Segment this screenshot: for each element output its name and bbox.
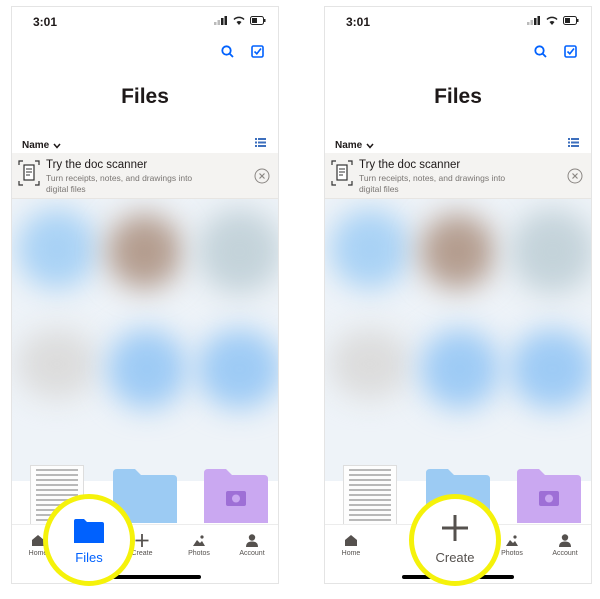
home-icon <box>345 535 357 546</box>
doc-scanner-icon <box>18 160 40 186</box>
sort-label: Name <box>22 140 50 151</box>
status-time: 3:01 <box>346 15 371 29</box>
tab-account[interactable]: Account <box>226 534 278 557</box>
search-icon[interactable] <box>221 45 234 58</box>
tab-home-label: Home <box>341 550 361 557</box>
account-icon <box>559 534 571 547</box>
sort-button[interactable]: Name <box>22 140 61 151</box>
status-bar: 3:01 <box>325 7 591 35</box>
banner-title: Try the doc scanner <box>46 159 148 171</box>
chevron-down-icon <box>366 143 374 149</box>
status-icons <box>214 16 266 25</box>
select-icon[interactable] <box>251 45 264 58</box>
phone-screen-files-tab: 3:01 Files Name Try the doc scanner Turn… <box>11 6 279 584</box>
header-actions <box>534 45 577 58</box>
highlight-files-tab[interactable]: Files <box>43 494 135 586</box>
signal-icon <box>214 16 227 25</box>
status-time: 3:01 <box>33 15 58 29</box>
list-view-icon[interactable] <box>255 138 266 147</box>
photos-folder-icon[interactable] <box>517 469 581 523</box>
plus-icon <box>135 534 149 547</box>
files-grid-blurred <box>325 199 591 481</box>
doc-scanner-banner[interactable]: Try the doc scanner Turn receipts, notes… <box>325 153 591 199</box>
header-actions <box>221 45 264 58</box>
status-bar: 3:01 <box>12 7 278 35</box>
folder-icon <box>74 519 104 543</box>
close-icon[interactable] <box>254 168 270 184</box>
tab-photos-label: Photos <box>188 550 210 557</box>
sort-row: Name <box>22 135 266 151</box>
status-icons <box>527 16 579 25</box>
highlight-create-label: Create <box>435 550 475 565</box>
sort-label: Name <box>335 140 363 151</box>
photos-icon <box>193 535 205 546</box>
close-icon[interactable] <box>567 168 583 184</box>
highlight-files-label: Files <box>75 550 103 565</box>
tab-create-label: Create <box>131 550 153 557</box>
page-title: Files <box>434 85 482 108</box>
document-thumbnail[interactable] <box>343 465 397 525</box>
sort-button[interactable]: Name <box>335 140 374 151</box>
tab-account-label: Account <box>552 550 578 557</box>
account-icon <box>246 534 258 547</box>
doc-scanner-banner[interactable]: Try the doc scanner Turn receipts, notes… <box>12 153 278 199</box>
plus-icon <box>442 515 468 541</box>
banner-subtitle: Turn receipts, notes, and drawings into … <box>46 173 193 194</box>
tab-home[interactable]: Home <box>325 534 377 557</box>
doc-scanner-icon <box>331 160 353 186</box>
tab-account-label: Account <box>239 550 265 557</box>
tab-photos[interactable]: Photos <box>173 534 225 557</box>
search-icon[interactable] <box>534 45 547 58</box>
battery-icon <box>250 16 266 25</box>
banner-subtitle: Turn receipts, notes, and drawings into … <box>359 173 506 194</box>
page-title: Files <box>121 85 169 108</box>
select-icon[interactable] <box>564 45 577 58</box>
signal-icon <box>527 16 540 25</box>
battery-icon <box>563 16 579 25</box>
photos-folder-icon[interactable] <box>204 469 268 523</box>
wifi-icon <box>233 16 245 25</box>
photos-icon <box>506 535 518 546</box>
list-view-icon[interactable] <box>568 138 579 147</box>
chevron-down-icon <box>53 143 61 149</box>
highlight-create-tab[interactable]: Create <box>409 494 501 586</box>
sort-row: Name <box>335 135 579 151</box>
files-grid-blurred <box>12 199 278 481</box>
tab-photos-label: Photos <box>501 550 523 557</box>
tab-account[interactable]: Account <box>539 534 591 557</box>
banner-title: Try the doc scanner <box>359 159 461 171</box>
wifi-icon <box>546 16 558 25</box>
